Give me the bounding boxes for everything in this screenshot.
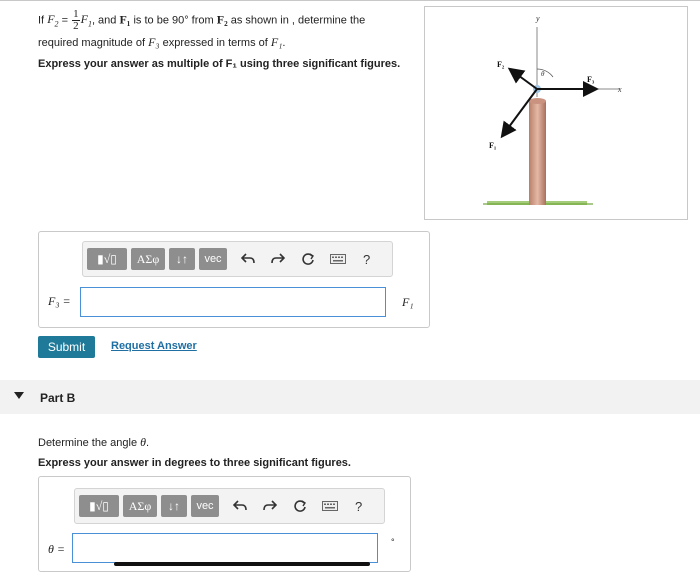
help-icon[interactable]: ? (355, 499, 362, 514)
f1-symbol: F1 (80, 12, 92, 29)
label-f2: F₂ (497, 60, 505, 69)
f3-answer-label: F₃ = (48, 294, 71, 308)
keyboard-icon[interactable] (327, 248, 349, 270)
part-b-title: Part B (40, 391, 76, 405)
fraction-one-half: 12 (72, 8, 80, 32)
templates-button[interactable]: ▮√▯ (87, 248, 127, 270)
part-a-answer-box: ▮√▯ ΑΣφ ↓↑ vec ? F₃ = F₁ (38, 231, 430, 328)
f2-symbol: F2 (47, 12, 59, 29)
problem-figure: y x F₂ F₃ F₁ θ (424, 6, 688, 220)
f3-symbol: F₃ (148, 35, 160, 49)
collapse-arrow-icon[interactable] (14, 392, 24, 399)
question-text-and: , and (91, 14, 117, 27)
question-text-required: required magnitude of (38, 37, 146, 49)
force-diagram: y x F₂ F₃ F₁ θ (483, 14, 622, 205)
horizontal-scrollbar[interactable] (114, 562, 370, 566)
greek-symbols-button[interactable]: ΑΣφ (131, 248, 165, 270)
reset-icon[interactable] (289, 495, 311, 517)
bold-f2: F₂ (216, 12, 228, 27)
degree-unit: ° (391, 537, 395, 547)
theta-arc (536, 68, 554, 78)
question-line-2: required magnitude of F₃ expressed in te… (38, 34, 285, 51)
question-period: . (282, 37, 286, 49)
top-divider (0, 0, 700, 1)
greek-symbols-button[interactable]: ΑΣφ (123, 495, 157, 517)
f3-answer-input[interactable] (80, 287, 386, 317)
part-b-question: Determine the angle θ. (38, 435, 150, 449)
label-f1: F₁ (489, 141, 497, 150)
reset-icon[interactable] (297, 248, 319, 270)
help-icon[interactable]: ? (363, 252, 370, 267)
theta-answer-label: θ = (48, 542, 65, 556)
label-theta: θ (541, 70, 545, 78)
label-f3: F₃ (587, 75, 595, 84)
f3-unit: F₁ (402, 295, 414, 309)
undo-icon[interactable] (237, 248, 259, 270)
part-b-math-toolbar: ▮√▯ ΑΣφ ↓↑ vec ? (74, 488, 385, 524)
question-line-1: If F2 = 1 2 F1, and F₁ is to be 90° from F… (38, 9, 365, 33)
part-b-answer-box: ▮√▯ ΑΣφ ↓↑ vec ? θ = ° (38, 476, 411, 572)
part-b-instruction: Express your answer in degrees to three … (38, 457, 351, 469)
redo-icon[interactable] (259, 495, 281, 517)
part-a-instruction: Express your answer as multiple of F₁ us… (38, 58, 401, 70)
vector-button[interactable]: vec (199, 248, 227, 270)
submit-button[interactable]: Submit (38, 336, 95, 358)
post (529, 101, 546, 205)
theta-answer-input[interactable] (72, 533, 378, 563)
part-a-math-toolbar: ▮√▯ ΑΣφ ↓↑ vec ? (82, 241, 393, 277)
post-top (529, 98, 546, 104)
part-b-header[interactable] (0, 380, 700, 414)
equals-sign: = (61, 14, 69, 27)
f1-symbol-2: F₁ (270, 35, 283, 49)
undo-icon[interactable] (229, 495, 251, 517)
question-text-if: If (38, 14, 45, 27)
bold-f1: F₁ (119, 12, 131, 27)
request-answer-link[interactable]: Request Answer (111, 340, 197, 352)
f2-arrow (507, 67, 538, 90)
question-text-expressed: expressed in terms of (162, 37, 268, 49)
label-x: x (617, 85, 622, 94)
vector-button[interactable]: vec (191, 495, 219, 517)
subscript-superscript-button[interactable]: ↓↑ (169, 248, 195, 270)
redo-icon[interactable] (267, 248, 289, 270)
label-y: y (535, 14, 540, 23)
keyboard-icon[interactable] (319, 495, 341, 517)
question-text-mid: is to be 90° from (133, 14, 214, 27)
templates-button[interactable]: ▮√▯ (79, 495, 119, 517)
question-text-end: as shown in , determine the (230, 14, 366, 27)
subscript-superscript-button[interactable]: ↓↑ (161, 495, 187, 517)
